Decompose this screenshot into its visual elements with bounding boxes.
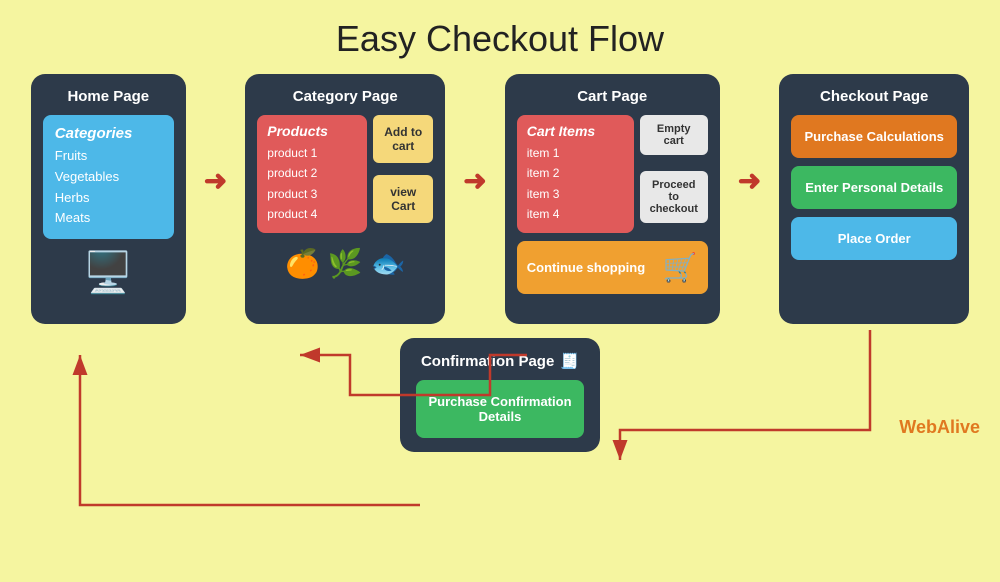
arrow-cart-to-checkout: ➜ <box>738 164 761 197</box>
category-emoji-row: 🍊 🌿 🐟 <box>257 247 433 280</box>
category-vegetables: Vegetables <box>55 167 162 188</box>
cart-item-4: item 4 <box>527 204 624 224</box>
products-box: Products product 1 product 2 product 3 p… <box>257 115 367 233</box>
arrow-category-to-cart: ➜ <box>463 164 486 197</box>
checkout-page-card: Checkout Page Purchase Calculations Ente… <box>779 74 969 324</box>
categories-title: Categories <box>55 125 162 142</box>
confirmation-page-title: Confirmation Page 🧾 <box>416 352 584 370</box>
cart-buttons-col: Empty cart Proceed to checkout <box>640 115 708 233</box>
receipt-icon: 🧾 <box>560 352 579 370</box>
confirmation-title-text: Confirmation Page <box>421 353 554 370</box>
cart-emoji: 🛒 <box>663 251 698 284</box>
purchase-calculations-button[interactable]: Purchase Calculations <box>791 115 957 158</box>
cart-item-1: item 1 <box>527 143 624 163</box>
product-4: product 4 <box>267 204 357 224</box>
category-page-card: Category Page Products product 1 product… <box>245 74 445 324</box>
cart-page-title: Cart Page <box>517 88 708 105</box>
continue-shopping-button[interactable]: Continue shopping 🛒 <box>517 241 708 294</box>
place-order-button[interactable]: Place Order <box>791 217 957 260</box>
categories-box: Categories Fruits Vegetables Herbs Meats <box>43 115 174 239</box>
cart-items-title: Cart Items <box>527 123 624 139</box>
fruit-emoji: 🍊 <box>285 247 320 280</box>
arrow-home-to-category: ➜ <box>204 164 227 197</box>
purchase-confirmation-button[interactable]: Purchase Confirmation Details <box>416 380 584 438</box>
category-page-title: Category Page <box>257 88 433 105</box>
home-page-card: Home Page Categories Fruits Vegetables H… <box>31 74 186 324</box>
cart-items-box: Cart Items item 1 item 2 item 3 item 4 <box>517 115 634 233</box>
cart-item-3: item 3 <box>527 184 624 204</box>
confirmation-page-card: Confirmation Page 🧾 Purchase Confirmatio… <box>400 338 600 452</box>
empty-cart-button[interactable]: Empty cart <box>640 115 708 155</box>
products-title: Products <box>267 123 357 139</box>
cart-item-2: item 2 <box>527 163 624 183</box>
add-to-cart-button[interactable]: Add to cart <box>373 115 433 163</box>
checkout-page-title: Checkout Page <box>791 88 957 105</box>
categories-list: Fruits Vegetables Herbs Meats <box>55 146 162 229</box>
home-page-title: Home Page <box>43 88 174 105</box>
continue-shopping-text: Continue shopping <box>527 260 657 275</box>
product-2: product 2 <box>267 163 357 183</box>
webalive-brand: WebAlive <box>899 417 980 438</box>
cart-page-card: Cart Page Cart Items item 1 item 2 item … <box>505 74 720 324</box>
web-text: Web <box>899 417 937 437</box>
monitor-icon: 🖥️ <box>43 249 174 296</box>
confirmation-section: Confirmation Page 🧾 Purchase Confirmatio… <box>0 338 1000 452</box>
page-title: Easy Checkout Flow <box>0 0 1000 74</box>
proceed-to-checkout-button[interactable]: Proceed to checkout <box>640 171 708 223</box>
enter-personal-details-button[interactable]: Enter Personal Details <box>791 166 957 209</box>
herb-emoji: 🌿 <box>328 247 363 280</box>
view-cart-button[interactable]: view Cart <box>373 175 433 223</box>
alive-text: Alive <box>937 417 980 437</box>
product-1: product 1 <box>267 143 357 163</box>
cart-items-list: item 1 item 2 item 3 item 4 <box>527 143 624 225</box>
product-3: product 3 <box>267 184 357 204</box>
products-list: product 1 product 2 product 3 product 4 <box>267 143 357 225</box>
category-meats: Meats <box>55 208 162 229</box>
category-herbs: Herbs <box>55 188 162 209</box>
fish-emoji: 🐟 <box>371 247 406 280</box>
category-fruits: Fruits <box>55 146 162 167</box>
category-buttons-col: Add to cart view Cart <box>373 115 433 233</box>
